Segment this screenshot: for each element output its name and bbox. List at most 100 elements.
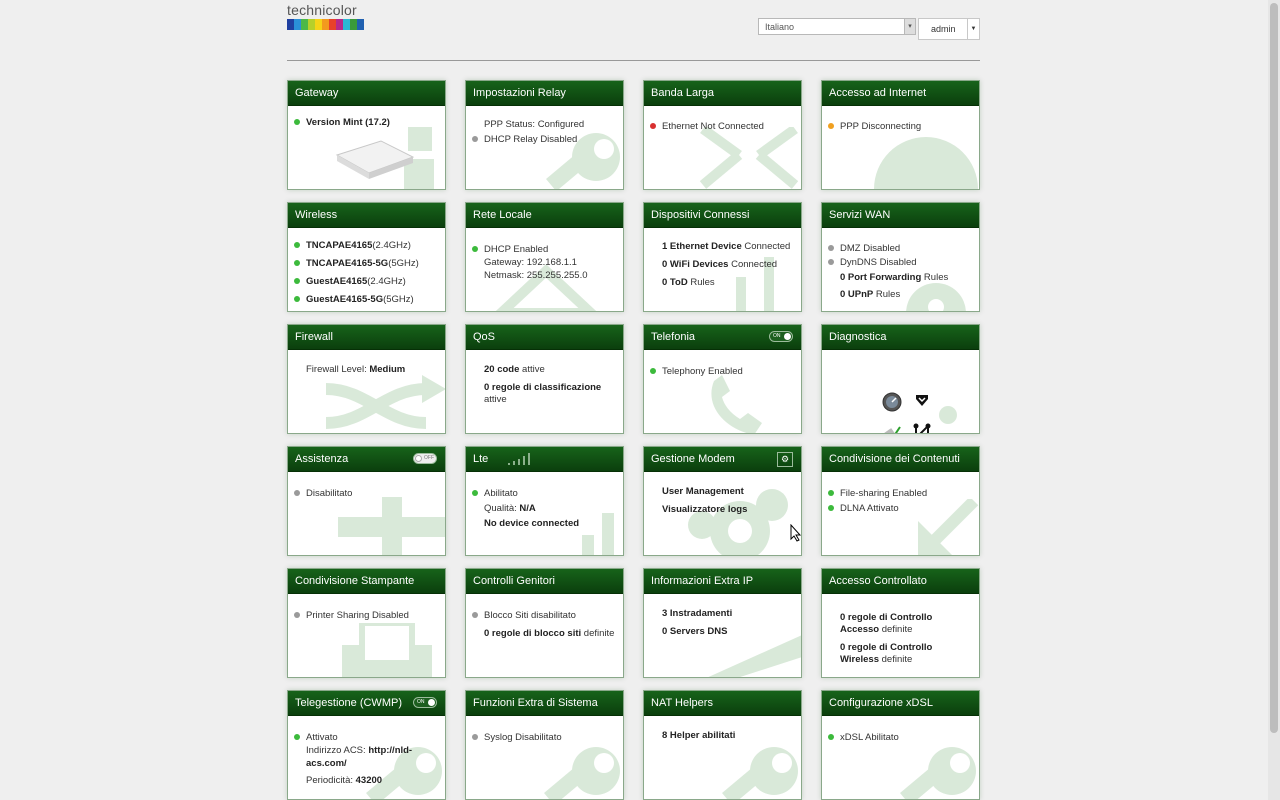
header-divider (287, 60, 980, 61)
cwmp-status: Attivato (306, 732, 338, 743)
technicolor-logo[interactable]: technicolor (287, 2, 364, 30)
card-title: Accesso ad Internet (822, 81, 979, 106)
card-title: Informazioni Extra IP (644, 569, 801, 594)
status-dot (294, 612, 300, 618)
assistance-toggle[interactable]: OFF (413, 453, 437, 464)
card-title: Wireless (288, 203, 445, 228)
card-lte[interactable]: Lte Abilitato Qualità: N/A No device con… (465, 446, 624, 556)
ppp-status: PPP Status: Configured (484, 119, 585, 130)
status-dot (828, 245, 834, 251)
card-system-extra[interactable]: Funzioni Extra di Sistema Syslog Disabil… (465, 690, 624, 800)
network-topology-icon[interactable] (913, 423, 931, 434)
logs-viewer-link[interactable]: Visualizzatore logs (662, 504, 747, 515)
qos-rules: 0 regole di classificazione (484, 382, 602, 393)
card-lan[interactable]: Rete Locale DHCP Enabled Gateway: 192.16… (465, 202, 624, 312)
card-relay[interactable]: Impostazioni Relay PPP Status: Configure… (465, 80, 624, 190)
logo-text: technicolor (287, 2, 357, 18)
status-dot (472, 490, 478, 496)
card-wan[interactable]: Servizi WAN DMZ Disabled DynDNS Disabled… (821, 202, 980, 312)
acs-address-cont: acs.com/ (306, 758, 347, 769)
user-management-link[interactable]: User Management (662, 486, 744, 497)
lifebuoy-watermark-icon (338, 497, 445, 555)
status-dot (294, 260, 300, 266)
card-modem[interactable]: Gestione Modem ⚙ User Management Visuali… (643, 446, 802, 556)
card-diagnostics[interactable]: Diagnostica (821, 324, 980, 434)
status-dot (828, 259, 834, 265)
card-printer[interactable]: Condivisione Stampante Printer Sharing D… (287, 568, 446, 678)
card-title: Lte (466, 447, 623, 472)
lte-quality: Qualità: N/A (484, 503, 536, 514)
card-wireless[interactable]: Wireless TNCAPAE4165(2.4GHz) TNCAPAE4165… (287, 202, 446, 312)
connection-check-icon[interactable] (880, 423, 902, 434)
card-title: QoS (466, 325, 623, 350)
card-devices[interactable]: Dispositivi Connessi 1 Ethernet Device C… (643, 202, 802, 312)
broadband-status: Ethernet Not Connected (662, 121, 764, 132)
card-extra-ip[interactable]: Informazioni Extra IP 3 Instradamenti 0 … (643, 568, 802, 678)
upnp-rules: 0 UPnP Rules (840, 289, 901, 300)
card-nat-helpers[interactable]: NAT Helpers 8 Helper abilitati (643, 690, 802, 800)
card-firewall[interactable]: Firewall Firewall Level: Medium (287, 324, 446, 434)
status-dot (650, 368, 656, 374)
status-dot (294, 296, 300, 302)
card-title: Firewall (288, 325, 445, 350)
card-assistance[interactable]: Assistenza OFF Disabilitato (287, 446, 446, 556)
shield-check-icon[interactable] (915, 393, 929, 407)
card-title: Gateway (288, 81, 445, 106)
card-telephony[interactable]: Telefonia ON Telephony Enabled (643, 324, 802, 434)
cwmp-toggle[interactable]: ON (413, 697, 437, 708)
card-gateway[interactable]: Gateway Version Mint (17.2) (287, 80, 446, 190)
vertical-scrollbar[interactable] (1268, 0, 1280, 800)
qos-rules-suffix: attive (484, 394, 507, 405)
mouse-cursor-icon (790, 523, 802, 547)
lan-gateway: Gateway: 192.168.1.1 (484, 257, 577, 268)
telephony-toggle[interactable]: ON (769, 331, 793, 342)
card-title: Diagnostica (822, 325, 979, 350)
lan-netmask: Netmask: 255.255.255.0 (484, 270, 588, 281)
settings-gear-icon[interactable]: ⚙ (777, 452, 793, 467)
card-content-sharing[interactable]: Condivisione dei Contenuti File-sharing … (821, 446, 980, 556)
speedometer-icon[interactable] (882, 392, 902, 412)
file-sharing-status: File-sharing Enabled (840, 488, 928, 499)
gateway-device-image (335, 140, 415, 179)
printer-watermark-icon (342, 623, 432, 677)
arrows-watermark-icon (699, 127, 799, 189)
user-menu-button[interactable]: admin ▼ (918, 18, 980, 40)
signal-strength-icon (508, 453, 530, 465)
card-title: Banda Larga (644, 81, 801, 106)
card-title: Dispositivi Connessi (644, 203, 801, 228)
card-broadband[interactable]: Banda Larga Ethernet Not Connected (643, 80, 802, 190)
card-title: Configurazione xDSL (822, 691, 979, 716)
nat-helpers-count: 8 Helper abilitati (662, 730, 736, 741)
card-title: Impostazioni Relay (466, 81, 623, 106)
card-cwmp[interactable]: Telegestione (CWMP) ON Attivato Indirizz… (287, 690, 446, 800)
dyndns-status: DynDNS Disabled (840, 257, 917, 268)
card-parental[interactable]: Controlli Genitori Blocco Siti disabilit… (465, 568, 624, 678)
status-dot (294, 734, 300, 740)
dhcp-status: DHCP Enabled (484, 244, 549, 255)
access-rules: 0 regole di Controllo (840, 612, 933, 623)
site-blocking-status: Blocco Siti disabilitato (484, 610, 576, 621)
wrench-watermark-icon (544, 747, 620, 799)
phone-watermark-icon (711, 375, 762, 433)
user-name: admin (931, 24, 956, 34)
card-title: Controlli Genitori (466, 569, 623, 594)
wireless-rules: 0 regole di Controllo (840, 642, 933, 653)
card-title: Servizi WAN (822, 203, 979, 228)
globe-watermark-icon (874, 137, 978, 189)
card-internet[interactable]: Accesso ad Internet PPP Disconnecting (821, 80, 980, 190)
bars-watermark-icon (582, 513, 614, 555)
status-dot (650, 123, 656, 129)
port-forwarding-rules: 0 Port Forwarding Rules (840, 272, 949, 283)
card-xdsl[interactable]: Configurazione xDSL xDSL Abilitato (821, 690, 980, 800)
wifi-devices: 0 WiFi Devices Connected (662, 259, 778, 270)
scrollbar-thumb[interactable] (1270, 3, 1278, 733)
wireless-network-3: GuestAE4165(2.4GHz) (306, 276, 406, 287)
card-access-control[interactable]: Accesso Controllato 0 regole di Controll… (821, 568, 980, 678)
language-select[interactable]: Italiano ▾ (758, 18, 916, 35)
telephony-status: Telephony Enabled (662, 366, 743, 377)
card-qos[interactable]: QoS 20 code attive 0 regole di classific… (465, 324, 624, 434)
lte-device: No device connected (484, 518, 580, 529)
share-arrow-watermark-icon (918, 499, 979, 555)
dlna-status: DLNA Attivato (840, 503, 899, 514)
access-rules-cont: Accesso definite (840, 624, 913, 635)
